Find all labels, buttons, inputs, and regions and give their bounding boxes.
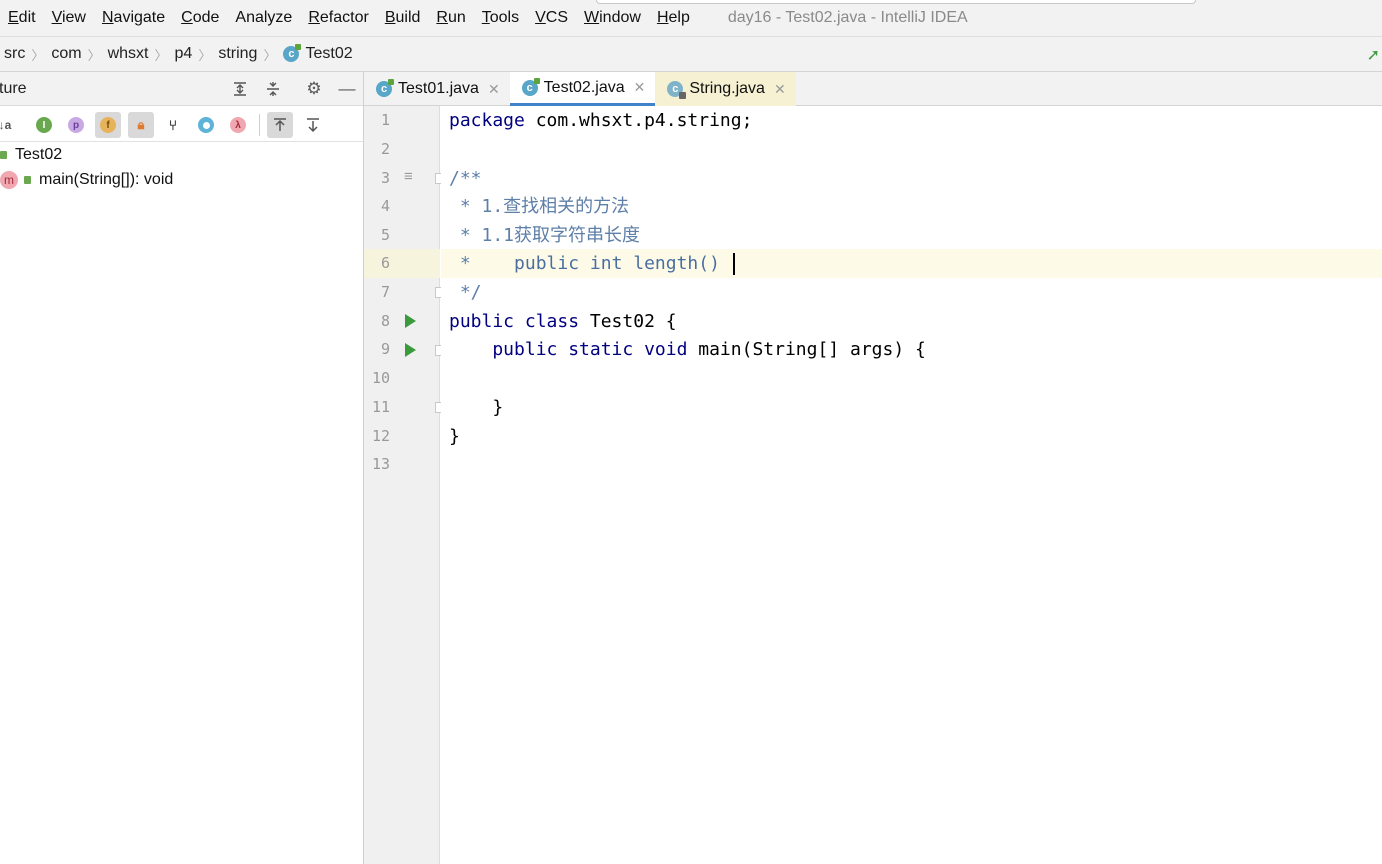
code-line-3: /** bbox=[449, 168, 482, 189]
menu-code[interactable]: Code bbox=[173, 9, 227, 27]
editor-gutter[interactable]: 1 2 3 4 5 6 7 8 9 10 11 12 13 ≡ bbox=[364, 106, 445, 864]
show-lambdas-tree-icon[interactable]: ⑂ bbox=[160, 112, 186, 138]
autoscroll-to-source-icon[interactable] bbox=[267, 112, 293, 138]
class-icon: c bbox=[376, 79, 394, 97]
toolbar-divider bbox=[259, 114, 260, 136]
lambda-icon[interactable]: λ bbox=[225, 112, 251, 138]
show-properties-icon[interactable]: p bbox=[63, 112, 89, 138]
chevron-right-icon: 〉 bbox=[31, 47, 45, 63]
line-number: 11 bbox=[371, 398, 390, 416]
show-anonymous-icon[interactable] bbox=[193, 112, 219, 138]
overlay-window-edge bbox=[596, 0, 1196, 4]
chevron-right-icon: 〉 bbox=[154, 47, 168, 63]
text-caret bbox=[732, 253, 735, 275]
collapse-all-icon[interactable] bbox=[262, 78, 284, 100]
code-line-12: } bbox=[449, 426, 460, 447]
menu-build[interactable]: Build bbox=[377, 9, 429, 27]
sort-alphabetically-icon[interactable]: ↓a bbox=[0, 112, 18, 138]
minimize-icon[interactable]: — bbox=[336, 78, 358, 100]
chevron-right-icon: 〉 bbox=[87, 47, 101, 63]
code-line-7: */ bbox=[449, 282, 482, 303]
public-visibility-icon bbox=[0, 151, 7, 159]
line-number: 7 bbox=[380, 283, 390, 301]
window-title: day16 - Test02.java - IntelliJ IDEA bbox=[727, 9, 968, 26]
tab-string-java[interactable]: c String.java ✕ bbox=[655, 72, 796, 106]
method-icon: m bbox=[0, 171, 18, 189]
code-editor[interactable]: package com.whsxt.p4.string; /** * 1.查找相… bbox=[441, 106, 1382, 864]
breadcrumb-item-src[interactable]: src 〉 bbox=[4, 45, 51, 64]
run-main-icon[interactable] bbox=[405, 343, 416, 357]
chevron-right-icon: 〉 bbox=[198, 47, 212, 63]
tree-node-label: Test02 bbox=[15, 146, 63, 163]
code-line-4: * 1.查找相关的方法 bbox=[449, 196, 630, 217]
line-number: 9 bbox=[380, 340, 390, 358]
line-number: 8 bbox=[380, 312, 390, 330]
tree-node-label: main(String[]): void bbox=[39, 171, 174, 188]
editor-tabs: c Test01.java ✕ c Test02.java ✕ c String… bbox=[364, 72, 1382, 106]
structure-toolbar: ↓a I p f 🔒︎ ⑂ λ bbox=[0, 106, 363, 142]
menu-navigate[interactable]: Navigate bbox=[94, 9, 173, 27]
line-number: 3 bbox=[380, 169, 390, 187]
menu-tools[interactable]: Tools bbox=[474, 9, 527, 27]
breadcrumb-item-com[interactable]: com 〉 bbox=[51, 45, 107, 64]
structure-header: ture ⚙ — bbox=[0, 72, 363, 106]
render-doc-icon[interactable]: ≡ bbox=[404, 168, 413, 185]
line-number: 1 bbox=[380, 111, 390, 129]
menu-run[interactable]: Run bbox=[428, 9, 473, 27]
menu-bar: Edit View Navigate Code Analyze Refactor… bbox=[0, 0, 1382, 36]
public-visibility-icon bbox=[24, 176, 31, 184]
line-number: 13 bbox=[371, 455, 390, 473]
menu-edit[interactable]: Edit bbox=[0, 9, 44, 27]
panel-title: ture bbox=[0, 79, 27, 97]
code-line-11: } bbox=[449, 397, 504, 418]
close-icon[interactable]: ✕ bbox=[634, 79, 646, 96]
code-line-6: * public int length() bbox=[449, 249, 735, 278]
tree-node-method[interactable]: m main(String[]): void bbox=[0, 168, 173, 192]
menu-view[interactable]: View bbox=[44, 9, 94, 27]
expand-all-icon[interactable] bbox=[229, 78, 251, 100]
build-hammer-icon[interactable]: ➚ bbox=[1367, 45, 1380, 65]
library-class-icon: c bbox=[667, 81, 687, 99]
line-number: 10 bbox=[371, 369, 390, 387]
show-fields-icon[interactable]: f bbox=[95, 112, 121, 138]
breadcrumb-item-string[interactable]: string 〉 bbox=[218, 45, 283, 64]
autoscroll-from-source-icon[interactable] bbox=[300, 112, 326, 138]
code-line-5: * 1.1获取字符串长度 bbox=[449, 225, 641, 246]
code-line-9: public static void main(String[] args) { bbox=[449, 339, 926, 360]
breadcrumb-item-p4[interactable]: p4 〉 bbox=[175, 45, 219, 64]
breadcrumb-item-test02[interactable]: c Test02 bbox=[283, 44, 353, 63]
show-inherited-icon[interactable]: I bbox=[31, 112, 57, 138]
chevron-right-icon: 〉 bbox=[263, 47, 277, 63]
class-icon: c bbox=[521, 77, 540, 96]
close-icon[interactable]: ✕ bbox=[774, 81, 786, 98]
close-icon[interactable]: ✕ bbox=[488, 81, 500, 98]
structure-panel: ture ⚙ — ↓a I p f 🔒︎ ⑂ λ Test02 m main(S… bbox=[0, 72, 364, 864]
code-line-1: package com.whsxt.p4.string; bbox=[449, 110, 753, 131]
line-number: 5 bbox=[380, 226, 390, 244]
line-number: 12 bbox=[371, 427, 390, 445]
code-line-8: public class Test02 { bbox=[449, 311, 677, 332]
menu-analyze[interactable]: Analyze bbox=[227, 9, 300, 27]
class-icon: c bbox=[283, 44, 302, 62]
tab-test02-java[interactable]: c Test02.java ✕ bbox=[509, 72, 656, 106]
line-number: 4 bbox=[380, 197, 390, 215]
menu-vcs[interactable]: VCS bbox=[527, 9, 576, 27]
line-number: 6 bbox=[380, 254, 390, 272]
line-number: 2 bbox=[380, 140, 390, 158]
show-non-public-icon[interactable]: 🔒︎ bbox=[128, 112, 154, 138]
gear-icon[interactable]: ⚙ bbox=[303, 78, 325, 100]
tab-test01-java[interactable]: c Test01.java ✕ bbox=[364, 72, 510, 106]
menu-help[interactable]: Help bbox=[649, 9, 698, 27]
menu-window[interactable]: Window bbox=[576, 9, 649, 27]
menu-refactor[interactable]: Refactor bbox=[300, 9, 376, 27]
tree-node-class[interactable]: Test02 bbox=[0, 143, 62, 167]
run-class-icon[interactable] bbox=[405, 314, 416, 328]
breadcrumb: src 〉 com 〉 whsxt 〉 p4 〉 string 〉 c Test02 ➚ bbox=[0, 36, 1382, 72]
breadcrumb-item-whsxt[interactable]: whsxt 〉 bbox=[108, 45, 175, 64]
